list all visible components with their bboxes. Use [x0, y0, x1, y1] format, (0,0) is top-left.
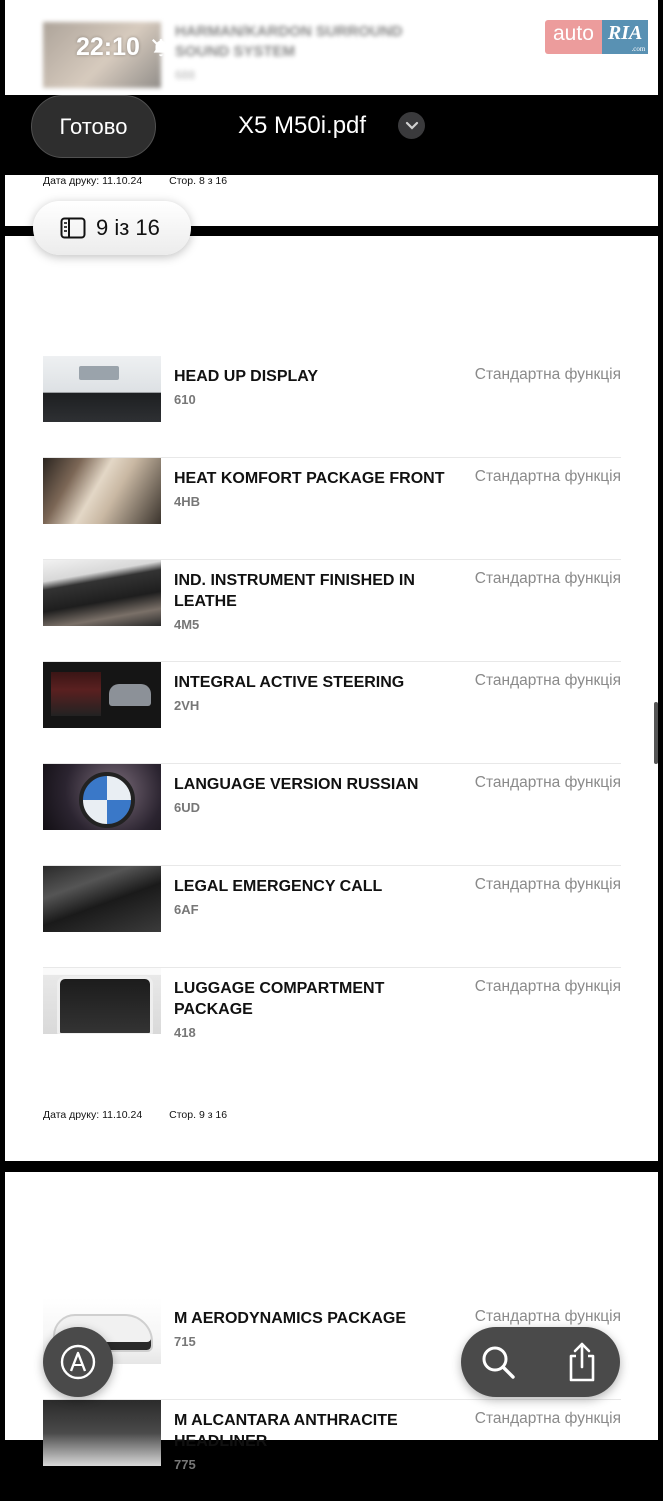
print-date: Дата друку: 11.10.24	[43, 1109, 143, 1121]
document-title[interactable]: X5 M50i.pdf	[238, 112, 366, 140]
markup-button[interactable]	[43, 1327, 113, 1397]
page-footer: Дата друку: 11.10.24 Стор. 9 з 16	[43, 1109, 227, 1121]
print-date: Дата друку: 11.10.24	[43, 175, 143, 187]
title-menu-button[interactable]	[398, 112, 425, 139]
feature-status: Стандартна функція	[474, 1410, 621, 1427]
wifi-icon	[517, 39, 541, 57]
feature-name: IND. INSTRUMENT FINISHED IN LEATHE 4M5	[174, 570, 464, 635]
previous-page-footer: Дата друку: 11.10.24 Стор. 8 з 16	[43, 175, 227, 187]
page-number: Стор. 9 з 16	[169, 1109, 228, 1121]
feature-name-text: M AERODYNAMICS PACKAGE	[174, 1310, 407, 1327]
feature-row: HEAD UP DISPLAY 610 Стандартна функція	[43, 356, 621, 458]
page-indicator-label: 9 із 16	[96, 215, 160, 240]
head-up-display-photo	[43, 356, 161, 422]
feature-name-text: INTEGRAL ACTIVE STEERING	[174, 674, 405, 691]
feature-row: LANGUAGE VERSION RUSSIAN 6UD Стандартна фу…	[43, 764, 621, 866]
feature-name: LEGAL EMERGENCY CALL 6AF	[174, 876, 464, 920]
feature-code: 4M5	[174, 617, 200, 632]
feature-name-text: LUGGAGE COMPARTMENT PACKAGE	[174, 980, 385, 1018]
feature-status: Стандартна функція	[474, 1308, 621, 1325]
feature-code: 715	[174, 1334, 196, 1349]
feature-name: M AERODYNAMICS PACKAGE 715	[174, 1308, 464, 1352]
action-buttons	[461, 1327, 620, 1397]
next-pdf-page: M AERODYNAMICS PACKAGE 715 Стандартна функ…	[5, 1172, 658, 1472]
markup-pen-icon	[60, 1344, 96, 1380]
watermark-ria: RIA .com	[601, 20, 649, 54]
feature-status: Стандартна функція	[474, 672, 621, 689]
status-bar: 22:10 36 auto RIA.com	[0, 0, 663, 95]
feature-row: M ALCANTARA ANTHRACITE HEADLINER 775 Станд…	[43, 1400, 621, 1501]
feature-code: 610	[174, 392, 196, 407]
watermark-auto: auto	[545, 20, 602, 54]
trunk-photo	[43, 968, 161, 1034]
feature-name: M ALCANTARA ANTHRACITE HEADLINER 775	[174, 1410, 464, 1475]
feature-code: 6UD	[174, 800, 201, 815]
feature-name: HEAD UP DISPLAY 610	[174, 366, 464, 410]
feature-name: HEAT KOMFORT PACKAGE FRONT 4HB	[174, 468, 464, 512]
feature-name: LUGGAGE COMPARTMENT PACKAGE 418	[174, 978, 464, 1043]
feature-row: INTEGRAL ACTIVE STEERING 2VH Стандартна фу…	[43, 662, 621, 764]
feature-code: 2VH	[174, 698, 200, 713]
pdf-viewer-toolbar: Готово X5 M50i.pdf	[0, 95, 663, 175]
page-indicator[interactable]: 9 із 16	[33, 201, 191, 255]
feature-name-text: HEAD UP DISPLAY	[174, 368, 319, 385]
feature-name-text: IND. INSTRUMENT FINISHED IN LEATHE	[174, 572, 415, 610]
watermark-logo: auto RIA .com	[545, 20, 649, 54]
feature-code: 4HB	[174, 494, 201, 509]
roof-console-photo	[43, 866, 161, 932]
cellular-signal-icon	[468, 41, 497, 60]
headliner-photo	[43, 1400, 161, 1466]
feature-row: HEAT KOMFORT PACKAGE FRONT 4HB Стандартна …	[43, 458, 621, 560]
feature-name-text: HEAT KOMFORT PACKAGE FRONT	[174, 470, 445, 487]
feature-status: Стандартна функція	[474, 774, 621, 791]
feature-code: 775	[174, 1457, 196, 1472]
feature-row: LEGAL EMERGENCY CALL 6AF Стандартна функці…	[43, 866, 621, 968]
feature-status: Стандартна функція	[474, 978, 621, 995]
status-time: 22:10	[76, 33, 140, 61]
infotainment-screen-photo	[43, 662, 161, 728]
feature-status: Стандартна функція	[474, 570, 621, 587]
feature-code: 418	[174, 1025, 196, 1040]
watermark-domain: .com	[631, 45, 646, 53]
feature-status: Стандартна функція	[474, 468, 621, 485]
feature-list: HEAD UP DISPLAY 610 Стандартна функція HEAT…	[43, 356, 621, 1069]
page-number: Стор. 8 з 16	[169, 175, 228, 187]
share-icon[interactable]	[563, 1341, 601, 1383]
feature-row: IND. INSTRUMENT FINISHED IN LEATHE 4M5 Ста…	[43, 560, 621, 662]
feature-row: LUGGAGE COMPARTMENT PACKAGE 418 Стандартна…	[43, 968, 621, 1069]
feature-status: Стандартна функція	[474, 876, 621, 893]
feature-name-text: LEGAL EMERGENCY CALL	[174, 878, 383, 895]
feature-name: INTEGRAL ACTIVE STEERING 2VH	[174, 672, 464, 716]
done-button[interactable]: Готово	[31, 95, 156, 158]
pdf-page: HEAD UP DISPLAY 610 Стандартна функція HEAT…	[5, 236, 658, 1161]
feature-code: 6AF	[174, 902, 199, 917]
sidebar-icon	[60, 217, 86, 239]
feature-name-text: M ALCANTARA ANTHRACITE HEADLINER	[174, 1412, 398, 1450]
bell-slash-icon	[151, 38, 171, 58]
dashboard-leather-photo	[43, 560, 161, 626]
bmw-logo-photo	[43, 764, 161, 830]
feature-name-text: LANGUAGE VERSION RUSSIAN	[174, 776, 419, 793]
search-icon[interactable]	[479, 1343, 517, 1381]
watermark-ria-text: RIA	[607, 22, 643, 44]
scroll-indicator[interactable]	[654, 702, 658, 764]
feature-status: Стандартна функція	[474, 366, 621, 383]
feature-name: LANGUAGE VERSION RUSSIAN 6UD	[174, 774, 464, 818]
seat-armrest-photo	[43, 458, 161, 524]
chevron-down-icon	[405, 121, 418, 130]
